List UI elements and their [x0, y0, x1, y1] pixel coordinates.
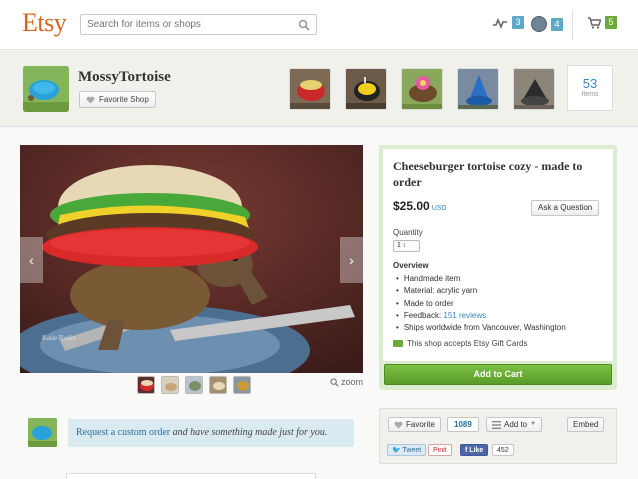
purchase-details: Cheeseburger tortoise cozy - made to ord…	[383, 149, 613, 361]
heart-icon	[86, 96, 95, 104]
gift-card-icon	[393, 340, 403, 347]
overview-item: Ships worldwide from Vancouver, Washingt…	[393, 322, 566, 334]
custom-order-text: and have something made just for you.	[170, 427, 328, 438]
listing-tabs[interactable]	[66, 473, 316, 479]
shop-item-thumb[interactable]	[513, 68, 555, 110]
search-bar	[80, 14, 317, 35]
facebook-like-button[interactable]: f Like	[460, 444, 489, 456]
listing-photo[interactable]: Katie Bodin ‹ ›	[20, 145, 363, 373]
overview-list: Handmade item Material: acrylic yarn Mad…	[393, 273, 566, 334]
pinterest-button[interactable]: Pinit	[428, 444, 452, 456]
activity-count-badge: 3	[512, 16, 524, 29]
search-icon[interactable]	[298, 19, 310, 31]
photo-watermark: Katie Bodin	[42, 334, 77, 342]
magnifier-icon	[330, 377, 339, 387]
quantity-label: Quantity	[393, 228, 423, 237]
gift-card-note: This shop accepts Etsy Gift Cards	[393, 339, 528, 348]
tweet-label: Tweet	[402, 447, 422, 454]
shop-item-thumb[interactable]	[457, 68, 499, 110]
shop-name[interactable]: MossyTortoise	[78, 69, 171, 86]
purchase-panel: Cheeseburger tortoise cozy - made to ord…	[379, 145, 617, 390]
overview-item: Material: acrylic yarn	[393, 285, 566, 297]
image-thumb[interactable]	[209, 376, 227, 394]
zoom-button[interactable]: zoom	[330, 377, 363, 387]
like-count: 452	[492, 444, 514, 456]
add-to-cart-button[interactable]: Add to Cart	[384, 364, 612, 385]
etsy-logo[interactable]: Etsy	[22, 8, 67, 38]
header-divider	[572, 10, 573, 40]
feedback-label: Feedback:	[403, 310, 442, 320]
favorite-item-label: Favorite	[406, 420, 435, 429]
overview-item-feedback: Feedback: 151 reviews	[393, 310, 566, 322]
image-thumb[interactable]	[185, 376, 203, 394]
select-arrows-icon: ↕	[402, 243, 406, 249]
zoom-label: zoom	[341, 377, 364, 387]
favorite-shop-button[interactable]: Favorite Shop	[79, 91, 156, 108]
image-thumb[interactable]	[233, 376, 251, 394]
ask-question-button[interactable]: Ask a Question	[531, 200, 600, 216]
favorite-count[interactable]: 1089	[447, 417, 479, 432]
shop-avatar[interactable]	[23, 66, 69, 112]
items-count-label: Items	[581, 91, 599, 98]
chevron-down-icon: ▼	[530, 421, 537, 427]
twitter-bird-icon: 🐦	[392, 447, 401, 454]
social-actions: Favorite 1089 Add to ▼ Embed 🐦 Tweet Pin…	[379, 408, 617, 464]
next-image-button[interactable]: ›	[340, 237, 363, 283]
prev-image-button[interactable]: ‹	[20, 237, 43, 283]
tweet-button[interactable]: 🐦 Tweet	[387, 444, 427, 456]
custom-order-message: Request a custom order and have somethin…	[68, 419, 354, 447]
price-currency: USD	[431, 205, 447, 212]
overview-heading: Overview	[393, 261, 429, 270]
activity-icon	[493, 17, 507, 29]
price-value: $25.00	[393, 199, 430, 213]
shop-header: MossyTortoise Favorite Shop 53 Items	[0, 51, 638, 127]
listing-title: Cheeseburger tortoise cozy - made to ord…	[393, 159, 583, 189]
feedback-reviews-link[interactable]: 151 reviews	[443, 311, 486, 320]
listing-main: Katie Bodin ‹ › zoom Cheeseburger tortoi…	[0, 128, 638, 479]
user-avatar	[531, 16, 547, 32]
favorite-shop-label: Favorite Shop	[99, 95, 149, 104]
facebook-icon: f	[465, 447, 468, 454]
image-thumb[interactable]	[161, 376, 179, 394]
image-thumbnail-strip	[137, 376, 251, 394]
shop-item-thumb[interactable]	[289, 68, 331, 110]
top-header: Etsy 3 4 5	[0, 0, 638, 50]
quantity-value: 1	[397, 242, 401, 249]
add-to-label: Add to	[504, 420, 528, 429]
shop-owner-avatar[interactable]	[28, 418, 57, 447]
shop-item-thumb[interactable]	[401, 68, 443, 110]
embed-button[interactable]: Embed	[567, 417, 605, 432]
custom-order-banner: Request a custom order and have somethin…	[28, 418, 354, 448]
cart-icon	[588, 16, 601, 29]
cart-button[interactable]: 5	[587, 16, 617, 29]
messages-count-badge: 4	[551, 17, 563, 31]
list-icon	[492, 420, 501, 429]
image-thumb[interactable]	[137, 376, 155, 394]
cart-count-badge: 5	[605, 16, 617, 29]
activity-button[interactable]: 3	[492, 16, 524, 29]
heart-icon	[394, 421, 403, 429]
items-count-number: 53	[582, 76, 598, 91]
listing-price: $25.00 USD	[393, 199, 446, 213]
shop-item-thumb[interactable]	[345, 68, 387, 110]
request-custom-order-link[interactable]: Request a custom order	[76, 427, 170, 438]
like-label: Like	[469, 447, 484, 454]
gift-card-text: This shop accepts Etsy Gift Cards	[407, 339, 528, 348]
account-button[interactable]: 4	[531, 16, 563, 32]
shop-items-count[interactable]: 53 Items	[567, 65, 613, 111]
search-input[interactable]	[81, 15, 291, 34]
quantity-select[interactable]: 1 ↕	[393, 240, 420, 252]
add-to-list-button[interactable]: Add to ▼	[486, 417, 543, 432]
overview-item: Made to order	[393, 298, 566, 310]
favorite-item-button[interactable]: Favorite	[388, 417, 441, 432]
overview-item: Handmade item	[393, 273, 566, 285]
